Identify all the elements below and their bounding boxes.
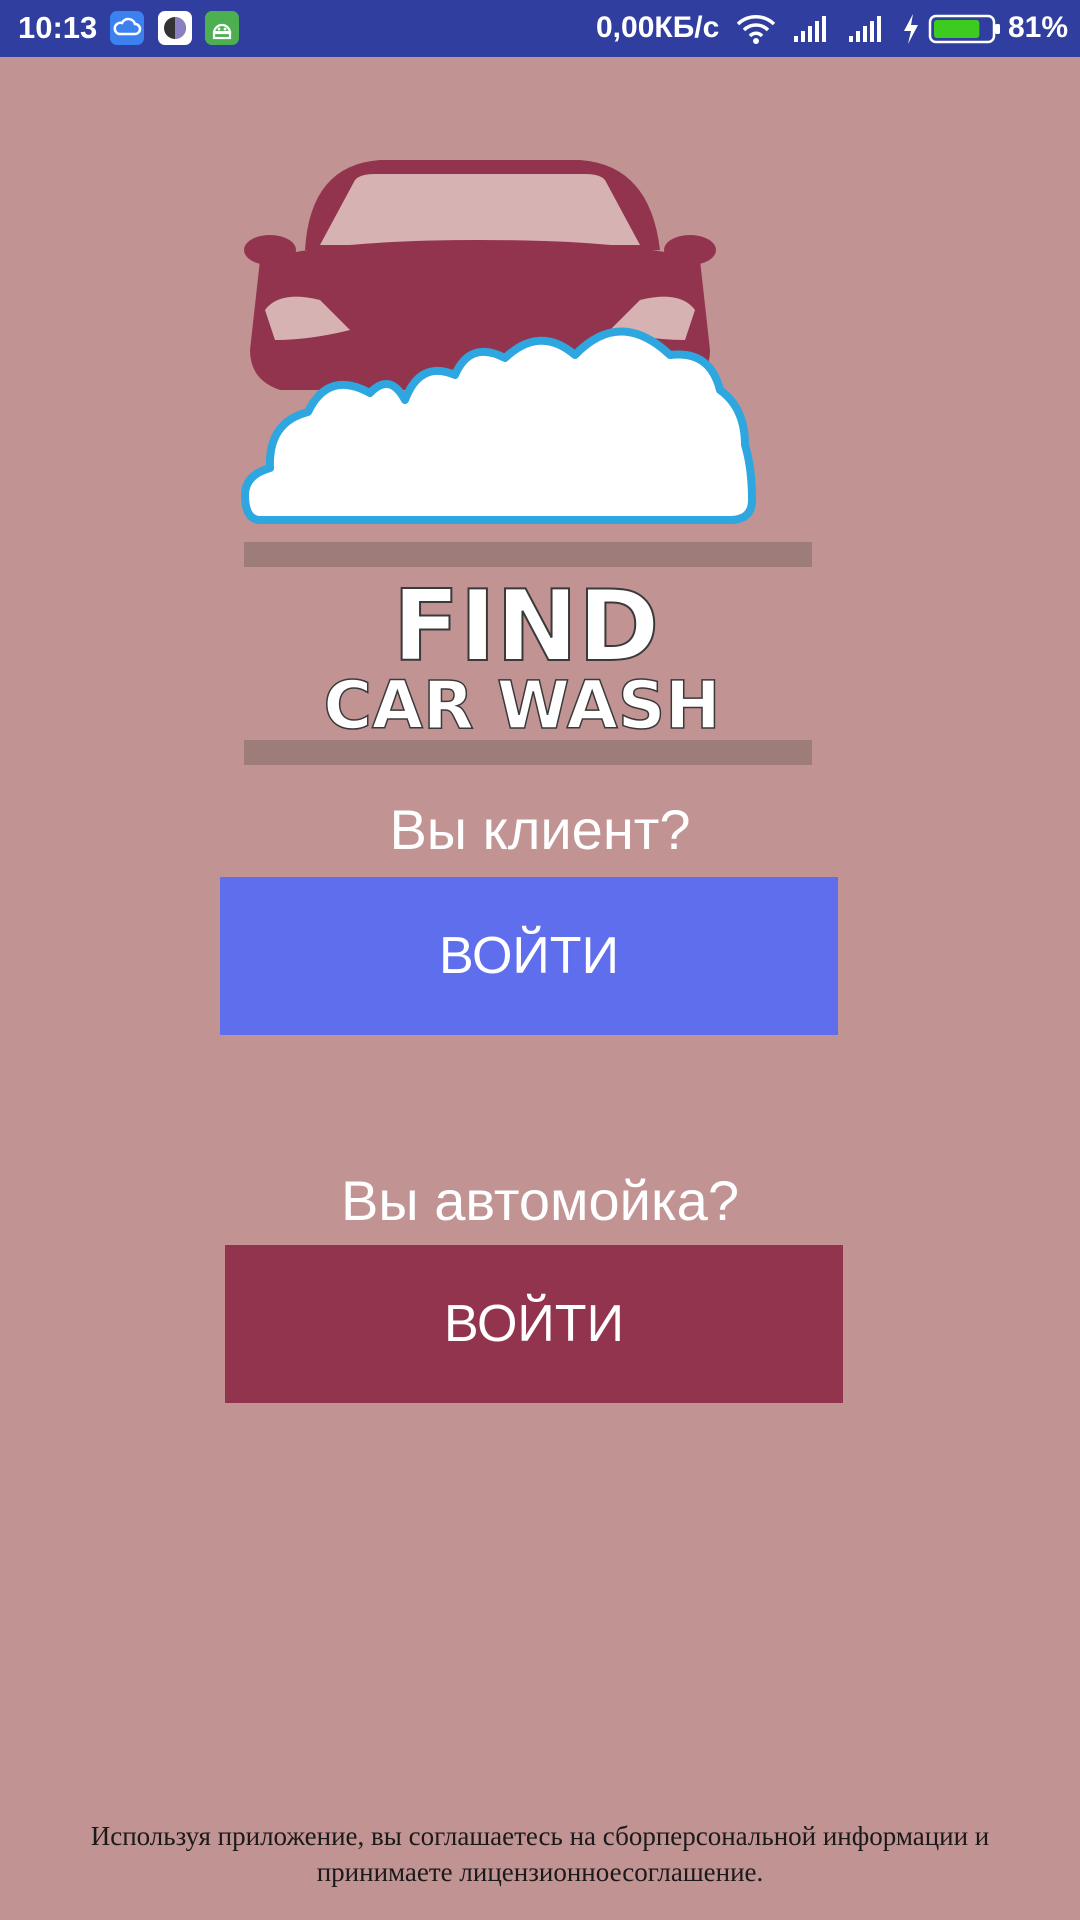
license-agreement-text: Используя приложение, вы соглашаетесь на… bbox=[90, 1821, 990, 1887]
find-car-wash-logo: FIND CAR WASH bbox=[241, 160, 812, 765]
app-notification-icon bbox=[158, 11, 192, 45]
logo-top-band bbox=[244, 542, 812, 567]
carwash-login-button[interactable]: ВОЙТИ bbox=[225, 1245, 843, 1403]
battery-icon bbox=[928, 14, 1000, 44]
status-time: 10:13 bbox=[18, 10, 98, 45]
signal-icon bbox=[849, 16, 881, 42]
client-question: Вы клиент? bbox=[389, 798, 691, 861]
logo-title-car-wash: CAR WASH bbox=[324, 667, 721, 744]
battery-level-fill bbox=[934, 20, 980, 38]
android-notification-icon bbox=[205, 11, 239, 45]
battery-percent: 81% bbox=[1008, 11, 1069, 44]
wifi-icon bbox=[736, 15, 776, 44]
status-bar: 10:13 0,00КБ/с 81% bbox=[0, 0, 1080, 57]
client-login-button[interactable]: ВОЙТИ bbox=[220, 877, 838, 1035]
cloud-notification-icon bbox=[110, 11, 144, 45]
charging-icon bbox=[904, 14, 918, 44]
signal-icon bbox=[794, 16, 826, 42]
network-speed: 0,00КБ/с bbox=[596, 11, 720, 44]
carwash-question: Вы автомойка? bbox=[341, 1169, 739, 1232]
